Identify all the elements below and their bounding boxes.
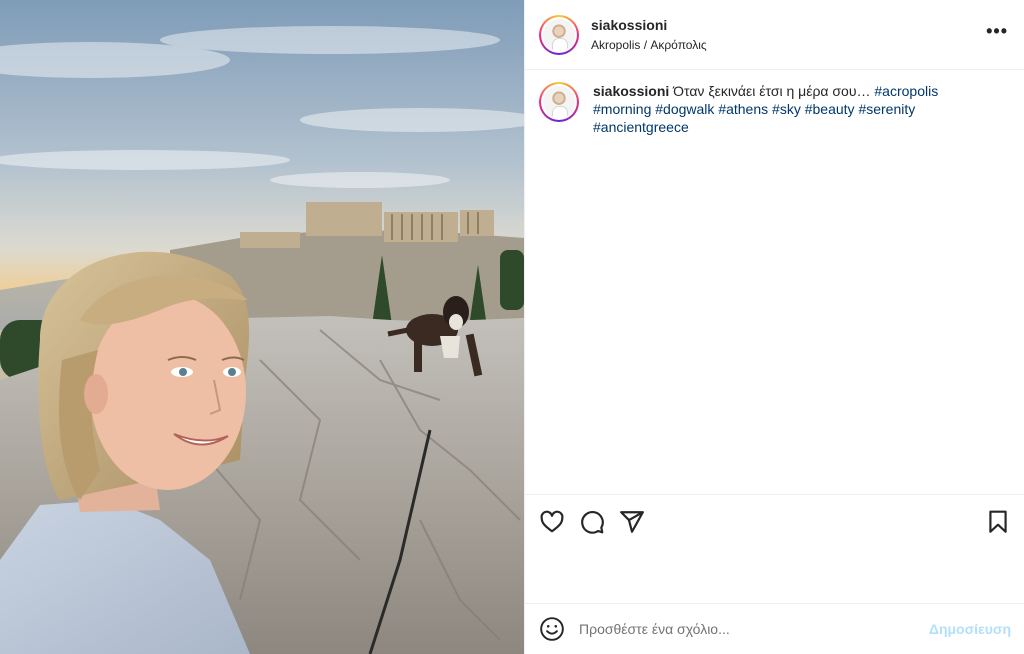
author-avatar[interactable]: [539, 14, 579, 55]
post-side-panel: siakossioni Akropolis / Ακρόπολις ••• si…: [524, 0, 1024, 654]
hashtag-link[interactable]: #acropolis: [874, 83, 938, 99]
post-comment-button[interactable]: Δημοσίευση: [929, 621, 1011, 637]
post-caption: siakossioni Όταν ξεκινάει έτσι η μέρα σο…: [525, 70, 1024, 148]
add-comment-bar: Δημοσίευση: [525, 603, 1024, 654]
hashtag-link[interactable]: #beauty: [805, 101, 855, 117]
author-username[interactable]: siakossioni: [591, 17, 707, 33]
comment-icon[interactable]: [579, 509, 605, 535]
post-actions-bar: [525, 494, 1024, 548]
avatar-image: [543, 18, 575, 51]
caption-text: siakossioni Όταν ξεκινάει έτσι η μέρα σο…: [593, 82, 973, 136]
caption-body: Όταν ξεκινάει έτσι η μέρα σου…: [673, 83, 871, 99]
hashtag-link[interactable]: #athens: [718, 101, 768, 117]
caption-author-avatar[interactable]: [539, 82, 579, 122]
hashtag-link[interactable]: #dogwalk: [655, 101, 714, 117]
avatar-image: [543, 86, 575, 118]
hashtag-link[interactable]: #ancientgreece: [593, 119, 689, 135]
caption-username[interactable]: siakossioni: [593, 83, 669, 99]
hashtag-link[interactable]: #serenity: [858, 101, 915, 117]
hashtag-link[interactable]: #sky: [772, 101, 801, 117]
emoji-icon[interactable]: [539, 616, 565, 642]
post-photo[interactable]: [0, 0, 524, 654]
hashtag-link[interactable]: #morning: [593, 101, 651, 117]
instagram-post: siakossioni Akropolis / Ακρόπολις ••• si…: [0, 0, 1024, 654]
post-photo-illustration: [0, 0, 524, 654]
send-icon[interactable]: [619, 509, 645, 535]
post-header: siakossioni Akropolis / Ακρόπολις •••: [525, 0, 1024, 70]
heart-icon[interactable]: [539, 509, 565, 535]
more-horizontal-icon[interactable]: •••: [986, 22, 1008, 40]
post-location[interactable]: Akropolis / Ακρόπολις: [591, 38, 707, 52]
comment-input[interactable]: [579, 621, 929, 637]
bookmark-icon[interactable]: [985, 509, 1011, 535]
